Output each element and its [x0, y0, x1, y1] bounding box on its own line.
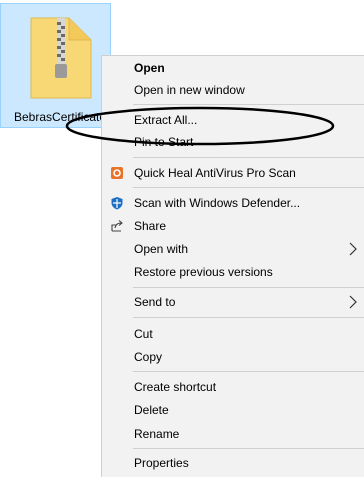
chevron-right-icon [349, 242, 357, 256]
menu-item-cut[interactable]: Cut [102, 323, 364, 345]
chevron-right-icon [349, 295, 357, 309]
zip-file-item[interactable]: BebrasCertificate [0, 3, 111, 128]
menu-item-delete[interactable]: Delete [102, 399, 364, 421]
menu-item-scan-defender[interactable]: Scan with Windows Defender... [102, 192, 364, 214]
menu-label-open: Open [134, 61, 165, 75]
menu-label-scan-defender: Scan with Windows Defender... [134, 196, 301, 210]
context-menu: Open Open in new window Extract All... P… [101, 55, 364, 477]
menu-label-rename: Rename [134, 427, 180, 441]
windows-defender-icon [111, 197, 123, 210]
menu-item-open[interactable]: Open [102, 57, 364, 79]
menu-item-create-shortcut[interactable]: Create shortcut [102, 376, 364, 398]
menu-item-properties[interactable]: Properties [102, 452, 364, 474]
menu-item-open-with[interactable]: Open with [102, 238, 364, 260]
menu-label-pin-to-start: Pin to Start [134, 135, 194, 149]
menu-separator [133, 157, 364, 158]
menu-separator [133, 187, 364, 188]
menu-item-restore-versions[interactable]: Restore previous versions [102, 261, 364, 283]
menu-label-quick-heal: Quick Heal AntiVirus Pro Scan [134, 166, 296, 180]
menu-label-cut: Cut [134, 327, 153, 341]
menu-item-copy[interactable]: Copy [102, 346, 364, 368]
menu-separator [133, 104, 364, 105]
menu-label-restore-versions: Restore previous versions [134, 265, 273, 279]
menu-item-quick-heal[interactable]: Quick Heal AntiVirus Pro Scan [102, 162, 364, 184]
menu-separator [133, 371, 364, 372]
menu-item-share[interactable]: Share [102, 215, 364, 237]
menu-separator [133, 448, 364, 449]
menu-label-open-with: Open with [134, 242, 189, 256]
menu-label-delete: Delete [134, 403, 169, 417]
menu-item-open-new-window[interactable]: Open in new window [102, 79, 364, 101]
quick-heal-icon [111, 167, 123, 179]
menu-separator [133, 317, 364, 318]
menu-item-extract-all[interactable]: Extract All... [102, 109, 364, 131]
menu-label-share: Share [134, 219, 167, 233]
menu-label-open-new-window: Open in new window [134, 83, 245, 97]
file-name-label: BebrasCertificate [14, 110, 107, 124]
share-icon [111, 220, 123, 232]
menu-label-copy: Copy [134, 350, 163, 364]
menu-label-properties: Properties [134, 456, 189, 470]
menu-item-pin-to-start[interactable]: Pin to Start [102, 131, 364, 153]
menu-item-rename[interactable]: Rename [102, 423, 364, 445]
menu-label-send-to: Send to [134, 295, 176, 309]
menu-label-create-shortcut: Create shortcut [134, 380, 217, 394]
zip-folder-icon [30, 17, 92, 99]
menu-separator [133, 287, 364, 288]
menu-item-send-to[interactable]: Send to [102, 291, 364, 313]
menu-label-extract-all: Extract All... [134, 113, 198, 127]
